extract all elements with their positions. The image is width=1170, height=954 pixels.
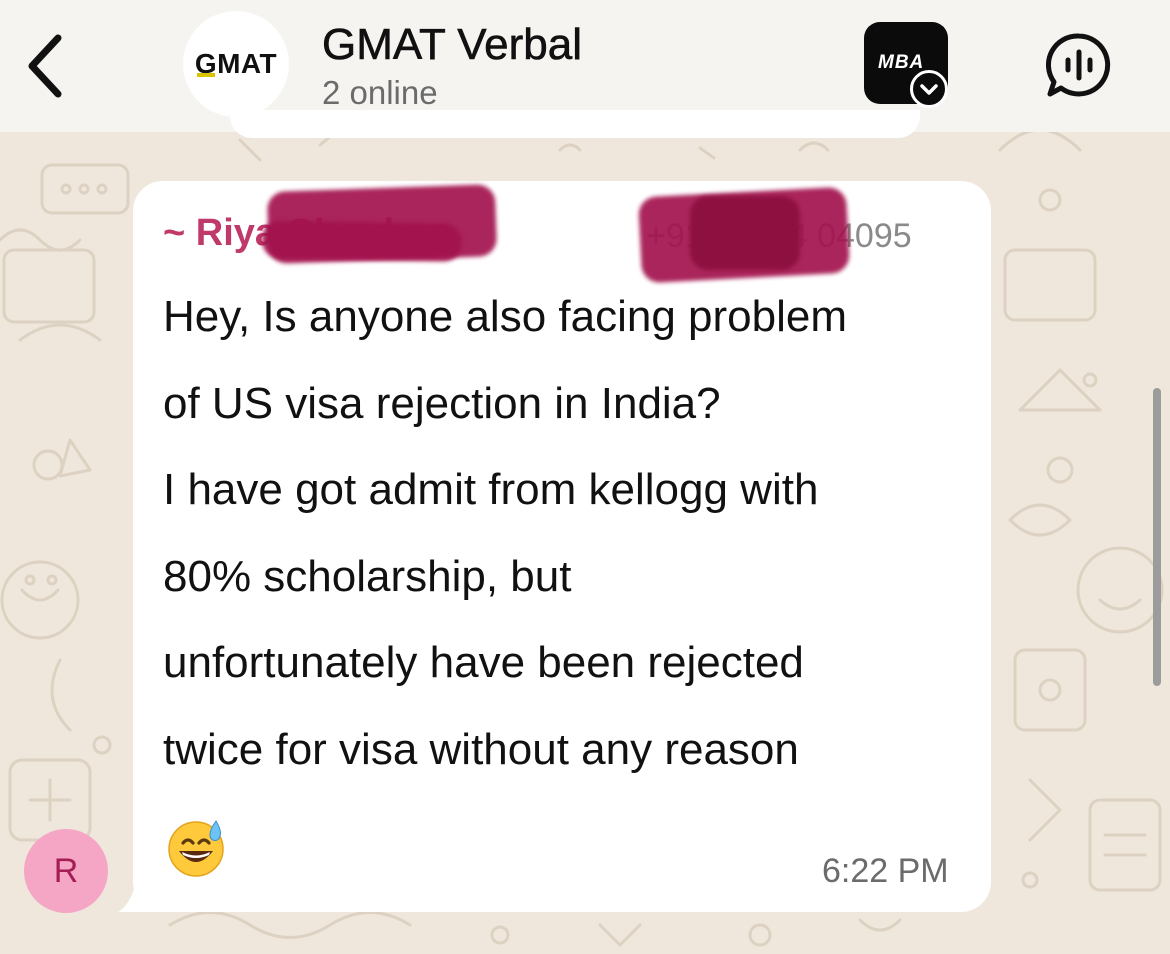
mba-community-button[interactable]: MBA xyxy=(864,22,948,108)
voice-chat-icon xyxy=(1045,33,1111,97)
gmat-logo-underline xyxy=(196,73,215,77)
back-button[interactable] xyxy=(18,28,78,104)
grinning-sweat-emoji xyxy=(168,820,224,877)
group-avatar[interactable]: GMAT xyxy=(183,11,289,117)
name-redaction-bottom xyxy=(261,220,463,262)
chevron-left-icon xyxy=(28,34,62,98)
message-line: Hey, Is anyone also facing problem xyxy=(163,292,847,341)
phone-redaction-dark xyxy=(690,196,800,270)
scrollbar[interactable] xyxy=(1153,388,1161,686)
sender-avatar[interactable]: R xyxy=(24,829,108,913)
message-line: of US visa rejection in India? xyxy=(163,379,721,428)
previous-message-bubble xyxy=(230,110,920,138)
message-line: unfortunately have been rejected xyxy=(163,638,804,687)
avatar-initial: R xyxy=(53,851,79,890)
chevron-down-icon xyxy=(910,70,948,108)
online-status: 2 online xyxy=(322,74,438,111)
chat-title[interactable]: GMAT Verbal xyxy=(322,20,583,70)
message-line: twice for visa without any reason xyxy=(163,725,799,774)
message-timestamp: 6:22 PM xyxy=(822,852,949,890)
message-line: 80% scholarship, but xyxy=(163,552,572,601)
message-bubble[interactable] xyxy=(133,181,991,912)
voice-chat-button[interactable] xyxy=(1045,32,1112,98)
gmat-logo: GMAT xyxy=(195,48,277,80)
message-line: I have got admit from kellogg with xyxy=(163,465,819,514)
mba-badge-text: MBA xyxy=(878,52,925,73)
